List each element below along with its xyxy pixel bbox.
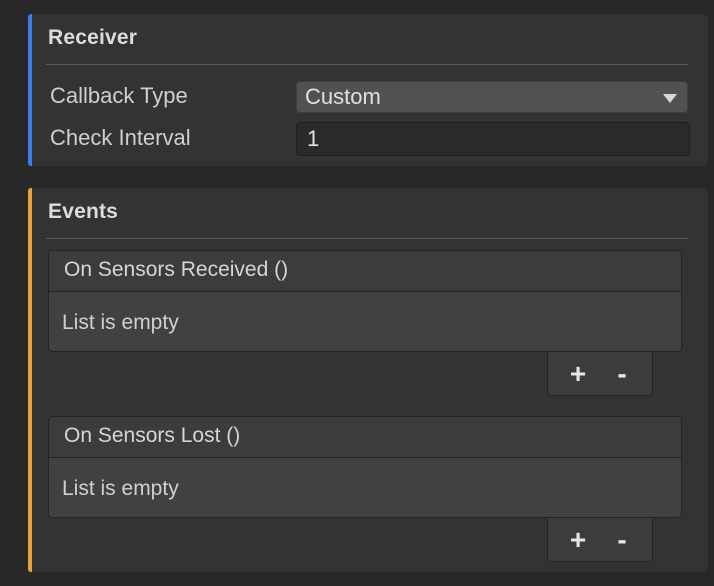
event-header: On Sensors Lost () [48,416,682,458]
callback-type-value: Custom [305,84,381,109]
events-title: Events [48,200,119,223]
dropdown-arrow-icon [663,94,677,103]
events-accent-stripe [28,188,32,572]
callback-type-dropdown[interactable]: Custom [296,81,688,113]
check-interval-field[interactable]: 1 [296,122,690,156]
event-list-empty: List is empty [48,458,682,518]
receiver-divider [46,64,688,65]
events-divider [46,238,688,239]
event-on-sensors-lost: On Sensors Lost () List is empty [48,416,682,518]
event-list-empty: List is empty [48,292,682,352]
add-listener-button[interactable]: + [558,356,598,392]
receiver-accent-stripe [28,14,32,166]
event-list-footer: + - [547,352,653,396]
events-panel: Events On Sensors Received () List is em… [28,188,708,572]
event-list-footer: + - [547,518,653,562]
check-interval-label: Check Interval [50,125,191,150]
receiver-panel: Receiver Callback Type Custom Check Inte… [28,14,708,166]
event-header: On Sensors Received () [48,250,682,292]
remove-listener-button[interactable]: - [602,522,642,558]
callback-type-label: Callback Type [50,83,188,108]
receiver-title: Receiver [48,26,138,49]
event-on-sensors-received: On Sensors Received () List is empty [48,250,682,352]
remove-listener-button[interactable]: - [602,356,642,392]
add-listener-button[interactable]: + [558,522,598,558]
